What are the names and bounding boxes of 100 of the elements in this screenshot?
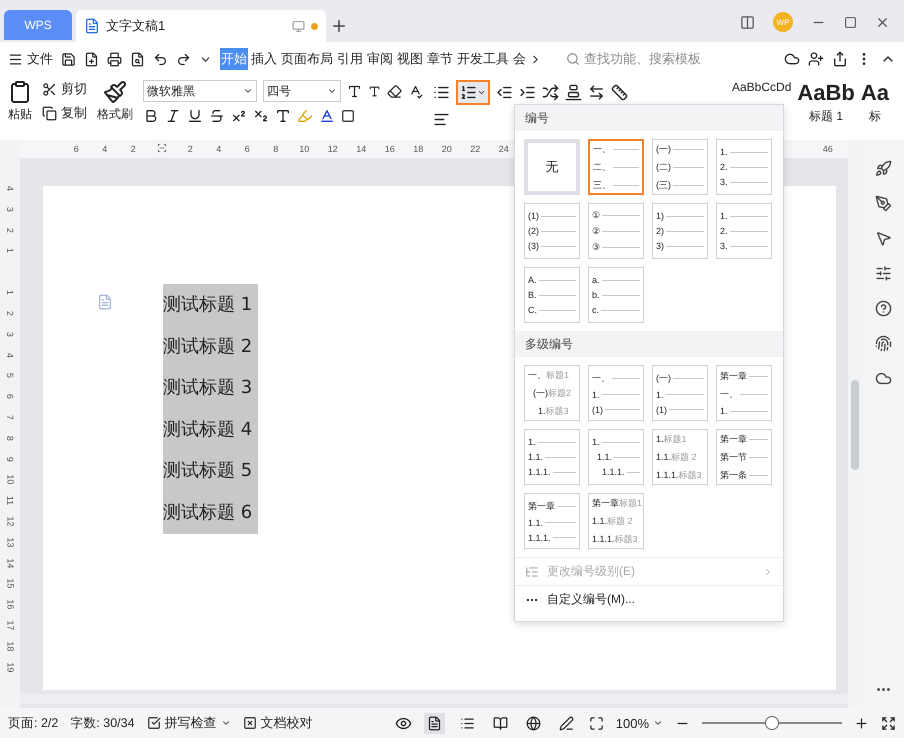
indent-icon[interactable] [519, 84, 536, 101]
add-user-icon[interactable] [808, 51, 824, 67]
style-preset[interactable]: AaBb 标题 1 [797, 80, 855, 125]
ribbon-tab[interactable]: 引用 [336, 48, 364, 70]
layout-icon[interactable] [740, 14, 755, 30]
underline-icon[interactable] [187, 108, 203, 124]
document-tab[interactable]: 文字文稿1 [76, 10, 326, 42]
numbering-preset[interactable]: 一、 1. (1) [588, 365, 644, 421]
view-mode-button[interactable] [424, 712, 445, 734]
numbering-preset[interactable]: 1. 2. 3. [716, 203, 772, 259]
zoom-select[interactable]: 100% [616, 716, 663, 730]
style-preset[interactable]: Aa 标 [860, 80, 889, 125]
export-icon[interactable] [84, 52, 99, 66]
bullet-list-icon[interactable] [433, 84, 450, 101]
ruler-number: 6 [4, 394, 16, 400]
ribbon-tab[interactable]: 开发工具 [456, 48, 510, 70]
strikethrough-icon[interactable] [209, 108, 225, 124]
search-field[interactable]: 查找功能、搜索模板 [566, 50, 701, 68]
paste-button[interactable]: 粘贴 [8, 80, 32, 123]
italic-icon[interactable] [165, 108, 181, 124]
print-icon[interactable] [107, 52, 122, 66]
word-count[interactable]: 字数: 30/34 [70, 714, 135, 732]
numbering-preset[interactable]: 1. 2. 3. [716, 139, 772, 195]
undo-icon[interactable] [153, 52, 168, 66]
ribbon-tab[interactable]: 视图 [396, 48, 424, 70]
pointer-icon[interactable] [874, 230, 892, 247]
help-icon[interactable] [874, 300, 892, 317]
font-color-icon[interactable] [319, 108, 335, 124]
superscript-icon[interactable] [231, 108, 247, 124]
ribbon-tab[interactable]: 会 [512, 48, 527, 70]
heading-text: 测试标题 4 [163, 418, 252, 442]
numbering-preset[interactable]: 无 [524, 139, 580, 195]
cloud-icon[interactable] [784, 51, 800, 67]
fit-icon[interactable] [588, 716, 604, 730]
numbering-preset[interactable]: 1. 1.1. 1.1.1. [524, 429, 580, 485]
scissors-icon [42, 82, 57, 96]
font-size-select[interactable]: 四号 [263, 80, 341, 102]
eraser-icon[interactable] [387, 84, 402, 98]
paragraph-handle-icon[interactable] [97, 294, 113, 310]
file-menu[interactable]: 文件 [8, 50, 53, 68]
ribbon-tab[interactable]: 插入 [250, 48, 278, 70]
numbering-preset[interactable]: (一) (二) (三) [652, 139, 708, 195]
clipboard-icon [8, 80, 32, 104]
numbering-preset[interactable]: 1. 1.1. 1.1.1. [588, 429, 644, 485]
format-painter-button[interactable]: 格式刷 [97, 80, 133, 123]
print-preview-icon[interactable] [130, 52, 145, 66]
char-border-icon[interactable] [341, 109, 355, 123]
plus-icon [330, 17, 348, 35]
numbering-preset[interactable]: (一) 1. (1) [652, 365, 708, 421]
fullscreen-icon[interactable] [881, 716, 896, 730]
pen-icon[interactable] [874, 195, 892, 212]
numbering-preset[interactable]: 一、 二、 三、 [588, 139, 644, 195]
section-title: 编号 [515, 105, 783, 131]
spacing-icon[interactable] [588, 84, 605, 101]
search-icon [566, 52, 580, 66]
save-icon[interactable] [61, 52, 76, 66]
ruler-number: 6 [72, 144, 80, 154]
copy-button[interactable]: 复制 [42, 104, 87, 122]
numbering-preset[interactable]: ① ② ③ [588, 203, 644, 259]
zoom-in-icon[interactable] [854, 716, 869, 730]
numbering-preset[interactable]: 一、标题1 (一)标题2 1.标题3 [524, 365, 580, 421]
ruler-number: 19 [4, 662, 16, 672]
numbering-button[interactable] [456, 80, 490, 105]
ruler-number: 8 [4, 436, 16, 441]
ribbon-tab[interactable]: 审阅 [366, 48, 394, 70]
spell-check-button[interactable]: 拼写检查 [146, 714, 231, 732]
ruler-icon[interactable] [611, 84, 628, 101]
numbering-preset[interactable]: 1) 2) 3) [652, 203, 708, 259]
ruler-number: 2 [130, 144, 137, 154]
outdent-icon[interactable] [496, 84, 513, 101]
heading-text: 测试标题 5 [163, 459, 252, 483]
subscript-icon[interactable] [253, 108, 269, 124]
numbering-preset[interactable]: A. B. C. [524, 267, 580, 323]
align-left-icon[interactable] [433, 111, 450, 128]
numbering-preset[interactable]: 第一章 1.1. 1.1.1. [524, 493, 580, 549]
numbering-preset[interactable]: 第一章 一、 1. [716, 365, 772, 421]
ruler-number: 1 [4, 248, 16, 254]
numbering-preset[interactable]: 第一章 第一节 第一条 [716, 429, 772, 485]
menu-item[interactable]: 自定义编号(M)... [515, 585, 783, 613]
sliders-icon[interactable] [874, 265, 892, 282]
font-select[interactable]: 微软雅黑 [143, 80, 257, 102]
share-icon[interactable] [832, 51, 848, 67]
redo-icon[interactable] [176, 52, 191, 66]
zoom-thumb[interactable] [765, 716, 779, 730]
numbering-preset[interactable]: 第一章标题1 1.1.标题 2 1.1.1.标题3 [588, 493, 644, 549]
cloud-icon[interactable] [874, 370, 892, 387]
maximize-icon[interactable] [844, 16, 857, 28]
ribbon-tab[interactable]: 章节 [426, 48, 454, 70]
numbering-preset[interactable]: 1.标题1 1.1.标题 2 1.1.1.标题3 [652, 429, 708, 485]
ruler-number: 17 [4, 620, 16, 630]
ribbon-tab[interactable]: 页面布局 [280, 48, 334, 70]
proofread-button[interactable]: 文档校对 [242, 714, 313, 732]
document-icon [84, 18, 100, 34]
cut-button[interactable]: 剪切 [42, 80, 87, 98]
numbering-preset[interactable]: (1) (2) (3) [524, 203, 580, 259]
ruler-number: 20 [440, 144, 453, 154]
menu-item-label: 更改编号级别(E) [547, 563, 635, 580]
checkbox-icon [146, 716, 161, 730]
numbering-preset[interactable]: a. b. c. [588, 267, 644, 323]
rocket-icon[interactable] [874, 160, 892, 177]
